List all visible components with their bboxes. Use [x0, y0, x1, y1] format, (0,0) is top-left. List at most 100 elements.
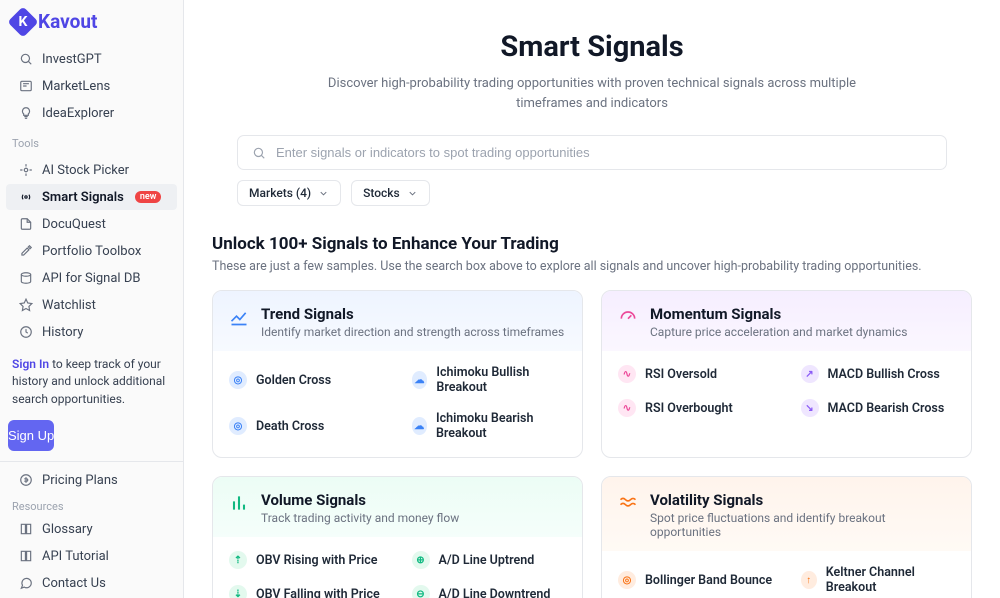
chevron-down-icon: [318, 188, 329, 199]
nav-label: API for Signal DB: [42, 271, 140, 286]
nav-label: DocuQuest: [42, 217, 106, 232]
nav-label: API Tutorial: [42, 549, 109, 564]
signal-label: MACD Bearish Cross: [828, 401, 945, 416]
section-title: Unlock 100+ Signals to Enhance Your Trad…: [212, 234, 972, 254]
waves-icon: [618, 493, 638, 513]
signal-rsi-overbought[interactable]: ∿ RSI Overbought: [604, 391, 787, 425]
signal-ichimoku-bullish[interactable]: ☁Ichimoku Bullish Breakout: [398, 357, 581, 403]
sidebar-item-investgpt[interactable]: InvestGPT: [6, 46, 177, 72]
filter-markets[interactable]: Markets (4): [237, 180, 341, 206]
sidebar-item-history[interactable]: History: [6, 319, 177, 345]
card-title: Volume Signals: [261, 491, 459, 509]
main-content: Smart Signals Discover high-probability …: [184, 0, 1000, 598]
nav-label: Portfolio Toolbox: [42, 244, 141, 259]
card-volume-signals: Volume Signals Track trading activity an…: [212, 476, 583, 598]
new-badge: new: [135, 191, 162, 203]
signal-keltner-breakout[interactable]: ↑ Keltner Channel Breakout: [787, 557, 970, 598]
sidebar-item-smart-signals[interactable]: Smart Signals new: [6, 184, 177, 210]
nav-label: AI Stock Picker: [42, 163, 129, 178]
signal-label: RSI Overbought: [645, 401, 733, 416]
signal-golden-cross[interactable]: ◎ Golden Cross: [215, 357, 398, 403]
signal-label: OBV Rising with Price: [256, 553, 377, 568]
bulb-icon: [18, 106, 33, 121]
filter-label: Stocks: [363, 186, 400, 200]
arrow-up-icon: ↗: [801, 365, 819, 383]
search-box[interactable]: [237, 135, 947, 170]
signal-bollinger-bounce[interactable]: ◎ Bollinger Band Bounce: [604, 557, 787, 598]
signal-death-cross[interactable]: ◎ Death Cross: [215, 403, 398, 449]
cloud-icon: ☁: [412, 371, 428, 389]
chat-icon: [18, 576, 33, 591]
section-subtitle: These are just a few samples. Use the se…: [212, 259, 972, 274]
bars-up-icon: ⇡: [229, 551, 247, 569]
sidebar-item-portfolio-toolbox[interactable]: Portfolio Toolbox: [6, 238, 177, 264]
book-icon: [18, 549, 33, 564]
signal-label: Keltner Channel Breakout: [826, 565, 955, 595]
target-icon: ◎: [229, 417, 247, 435]
circle-up-icon: ⊕: [412, 551, 430, 569]
arrow-down-icon: ↘: [801, 399, 819, 417]
sidebar-item-pricing[interactable]: Pricing Plans: [6, 467, 177, 493]
brand-logo[interactable]: Kavout: [0, 0, 183, 41]
sidebar-item-docuquest[interactable]: DocuQuest: [6, 211, 177, 237]
nav-label: Watchlist: [42, 298, 96, 313]
filter-stocks[interactable]: Stocks: [351, 180, 430, 206]
sidebar-item-glossary[interactable]: Glossary: [6, 516, 177, 542]
signal-label: A/D Line Downtrend: [439, 587, 551, 598]
signal-label: Death Cross: [256, 419, 324, 434]
nav-label: Smart Signals: [42, 190, 124, 205]
signal-ad-downtrend[interactable]: ⊖A/D Line Downtrend: [398, 577, 581, 598]
card-subtitle: Capture price acceleration and market dy…: [650, 325, 907, 339]
sidebar-item-contact[interactable]: Contact Us: [6, 570, 177, 596]
search-input[interactable]: [276, 145, 932, 160]
newspaper-icon: [18, 79, 33, 94]
wave-icon: ∿: [618, 399, 636, 417]
nav-label: MarketLens: [42, 79, 110, 94]
arrow-up-icon: ↑: [801, 571, 817, 589]
filter-label: Markets (4): [249, 186, 311, 200]
chevron-down-icon: [407, 188, 418, 199]
signal-macd-bearish[interactable]: ↘ MACD Bearish Cross: [787, 391, 970, 425]
sidebar-item-watchlist[interactable]: Watchlist: [6, 292, 177, 318]
card-momentum-signals: Momentum Signals Capture price accelerat…: [601, 290, 972, 458]
card-subtitle: Track trading activity and money flow: [261, 511, 459, 525]
signal-label: Bollinger Band Bounce: [645, 573, 772, 588]
signal-ichimoku-bearish[interactable]: ☁Ichimoku Bearish Breakout: [398, 403, 581, 449]
target-icon: ◎: [618, 571, 636, 589]
nav-label: Contact Us: [42, 576, 106, 591]
sidebar-item-api-tutorial[interactable]: API Tutorial: [6, 543, 177, 569]
signal-label: Golden Cross: [256, 373, 331, 388]
sidebar-item-ai-stock-picker[interactable]: AI Stock Picker: [6, 157, 177, 183]
signal-label: Ichimoku Bearish Breakout: [436, 411, 566, 441]
clock-icon: [18, 325, 33, 340]
tools-heading: Tools: [0, 131, 183, 152]
search-icon: [252, 146, 266, 160]
sidebar-item-ideaexplorer[interactable]: IdeaExplorer: [6, 100, 177, 126]
signal-label: A/D Line Uptrend: [439, 553, 535, 568]
signal-obv-falling[interactable]: ⇣OBV Falling with Price: [215, 577, 398, 598]
signin-link[interactable]: Sign In: [12, 357, 49, 371]
target-icon: ◎: [229, 371, 247, 389]
resources-heading: Resources: [0, 494, 183, 515]
nav-label: Glossary: [42, 522, 93, 537]
signal-obv-rising[interactable]: ⇡ OBV Rising with Price: [215, 543, 398, 577]
card-title: Volatility Signals: [650, 491, 955, 509]
page-title: Smart Signals: [212, 30, 972, 64]
sidebar-item-api-signal-db[interactable]: API for Signal DB: [6, 265, 177, 291]
signup-button[interactable]: Sign Up: [8, 420, 54, 451]
card-title: Momentum Signals: [650, 305, 907, 323]
card-volatility-signals: Volatility Signals Spot price fluctuatio…: [601, 476, 972, 598]
sidebar-item-marketlens[interactable]: MarketLens: [6, 73, 177, 99]
signin-prompt: Sign In to keep track of your history an…: [0, 350, 183, 414]
nav-label: History: [42, 325, 83, 340]
dollar-icon: [18, 473, 33, 488]
book-icon: [18, 522, 33, 537]
bars-icon: [229, 493, 249, 513]
search-icon: [18, 52, 33, 67]
signal-ad-uptrend[interactable]: ⊕ A/D Line Uptrend: [398, 543, 581, 577]
signal-macd-bullish[interactable]: ↗MACD Bullish Cross: [787, 357, 970, 391]
database-icon: [18, 271, 33, 286]
signal-rsi-oversold[interactable]: ∿RSI Oversold: [604, 357, 787, 391]
sidebar: Kavout InvestGPT MarketLens IdeaExplorer…: [0, 0, 184, 598]
card-trend-signals: Trend Signals Identify market direction …: [212, 290, 583, 458]
